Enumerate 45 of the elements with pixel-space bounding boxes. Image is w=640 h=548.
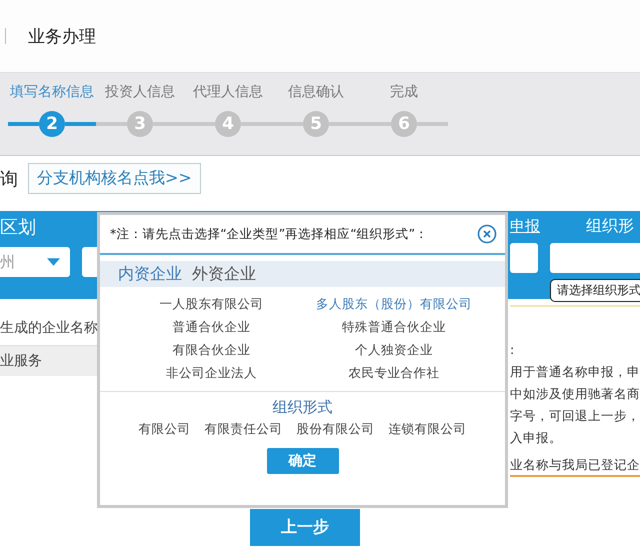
step-label[interactable]: 完成: [390, 83, 418, 101]
note-text: 用于普通名称申报，申: [510, 363, 640, 381]
table-row: 业服务: [0, 345, 97, 376]
step-label[interactable]: 投资人信息: [105, 83, 175, 101]
step-label[interactable]: 代理人信息: [193, 83, 263, 101]
note-text: 入申报。: [510, 429, 563, 447]
name-label: 生成的企业名称: [0, 319, 97, 337]
step-label[interactable]: 信息确认: [288, 83, 344, 101]
type-option[interactable]: 个人独资企业: [354, 341, 433, 358]
type-tab[interactable]: 内资企业: [118, 264, 182, 284]
form-option[interactable]: 有限公司: [138, 421, 190, 438]
region-label: 区划: [0, 216, 37, 239]
type-option[interactable]: 农民专业合作社: [348, 364, 440, 381]
form-option[interactable]: 连锁有限公司: [388, 421, 466, 438]
type-option[interactable]: 有限合伙企业: [172, 341, 250, 358]
dialog-note: *注：请先点击选择“企业类型”再选择相应“组织形式”：: [110, 226, 428, 242]
back-button[interactable]: 上一步: [250, 509, 360, 546]
step-number: 3: [127, 111, 153, 137]
close-icon[interactable]: [477, 224, 497, 244]
note-text: 字号，可回退上一步，: [510, 407, 640, 425]
note-text: 业名称与我局已登记企: [510, 455, 640, 477]
branch-link[interactable]: 分支机构核名点我>>: [28, 163, 201, 194]
type-option[interactable]: 多人股东（股份）有限公司: [316, 295, 472, 312]
type-option[interactable]: 非公司企业法人: [166, 364, 257, 381]
input-field[interactable]: [550, 243, 640, 273]
type-option[interactable]: 特殊普通合伙企业: [342, 318, 446, 335]
input-field[interactable]: [510, 243, 538, 273]
note-text: 中如涉及使用驰著名商: [510, 385, 640, 403]
step-number: 4: [215, 111, 241, 137]
step-number: 5: [303, 111, 329, 137]
form-option[interactable]: 股份有限公司: [296, 421, 374, 438]
section-title: 组织形式: [272, 398, 332, 417]
step-number: 6: [391, 111, 417, 137]
confirm-button[interactable]: 确定: [266, 448, 338, 474]
form-option[interactable]: 有限责任公司: [204, 421, 282, 438]
page-title: 业务办理: [28, 26, 96, 48]
type-option[interactable]: 普通合伙企业: [172, 318, 250, 335]
type-tab[interactable]: 外资企业: [192, 264, 256, 284]
note-text: :: [510, 341, 516, 359]
query-label: 询: [0, 168, 18, 190]
form-label: 组织形: [586, 216, 634, 237]
type-option[interactable]: 一人股东有限公司: [159, 295, 264, 312]
step-number: 2: [39, 111, 65, 137]
report-link[interactable]: 申报: [510, 217, 540, 236]
caret-icon: [47, 258, 60, 266]
